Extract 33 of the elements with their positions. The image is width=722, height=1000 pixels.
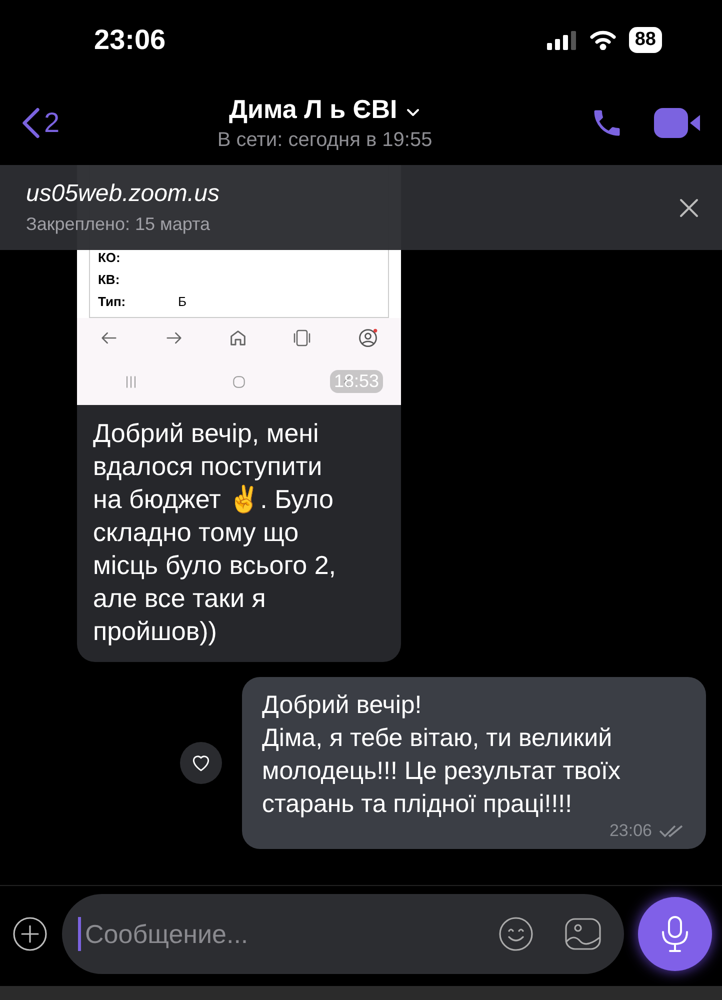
profile-icon bbox=[356, 327, 379, 349]
pinned-link: us05web.zoom.us bbox=[26, 180, 220, 208]
tabs-icon bbox=[292, 328, 312, 348]
contact-name[interactable]: Дима Л ь ЄВІ bbox=[229, 94, 421, 124]
last-seen-status: В сети: сегодня в 19:55 bbox=[217, 128, 432, 152]
home-button-icon bbox=[231, 374, 247, 390]
status-time: 23:06 bbox=[94, 24, 166, 56]
document-value: Б bbox=[178, 294, 187, 309]
signal-icon bbox=[546, 30, 577, 50]
pinned-date: Закреплено: 15 марта bbox=[26, 214, 212, 235]
battery-level: 88 bbox=[628, 27, 662, 53]
back-button[interactable]: 2 bbox=[20, 106, 60, 138]
image-icon bbox=[564, 916, 602, 952]
smiley-icon bbox=[498, 916, 534, 952]
message-composer[interactable]: Сообщение... bbox=[62, 894, 624, 974]
home-icon bbox=[228, 328, 248, 348]
message-time: 18:53 bbox=[330, 370, 383, 393]
pinned-message-banner[interactable]: us05web.zoom.us Закреплено: 15 марта bbox=[0, 165, 722, 250]
plus-icon[interactable] bbox=[12, 916, 48, 952]
message-time: 23:06 bbox=[609, 821, 652, 841]
document-label: КВ: bbox=[98, 272, 121, 287]
chevron-left-icon bbox=[20, 106, 42, 138]
like-button[interactable] bbox=[180, 742, 222, 784]
document-label: КО: bbox=[98, 250, 122, 265]
message-text: Добрий вечір! Діма, я тебе вітаю, ти великий молодець!!! Це результат твоїх старань та плідної праці!!!! bbox=[262, 690, 622, 820]
close-icon[interactable] bbox=[678, 196, 700, 218]
voice-message-button[interactable] bbox=[638, 897, 712, 971]
message-text: Добрий вечір, мені вдалося поступити на бюджет ✌. Було складно тому що місць було всього 2, але все таки я пройшов)) bbox=[92, 417, 338, 648]
wifi-icon bbox=[588, 30, 617, 50]
video-camera-icon[interactable] bbox=[654, 106, 702, 140]
microphone-icon bbox=[660, 915, 690, 953]
message-input-field[interactable]: Сообщение... bbox=[83, 918, 468, 950]
document-label: Тип: bbox=[98, 294, 127, 309]
